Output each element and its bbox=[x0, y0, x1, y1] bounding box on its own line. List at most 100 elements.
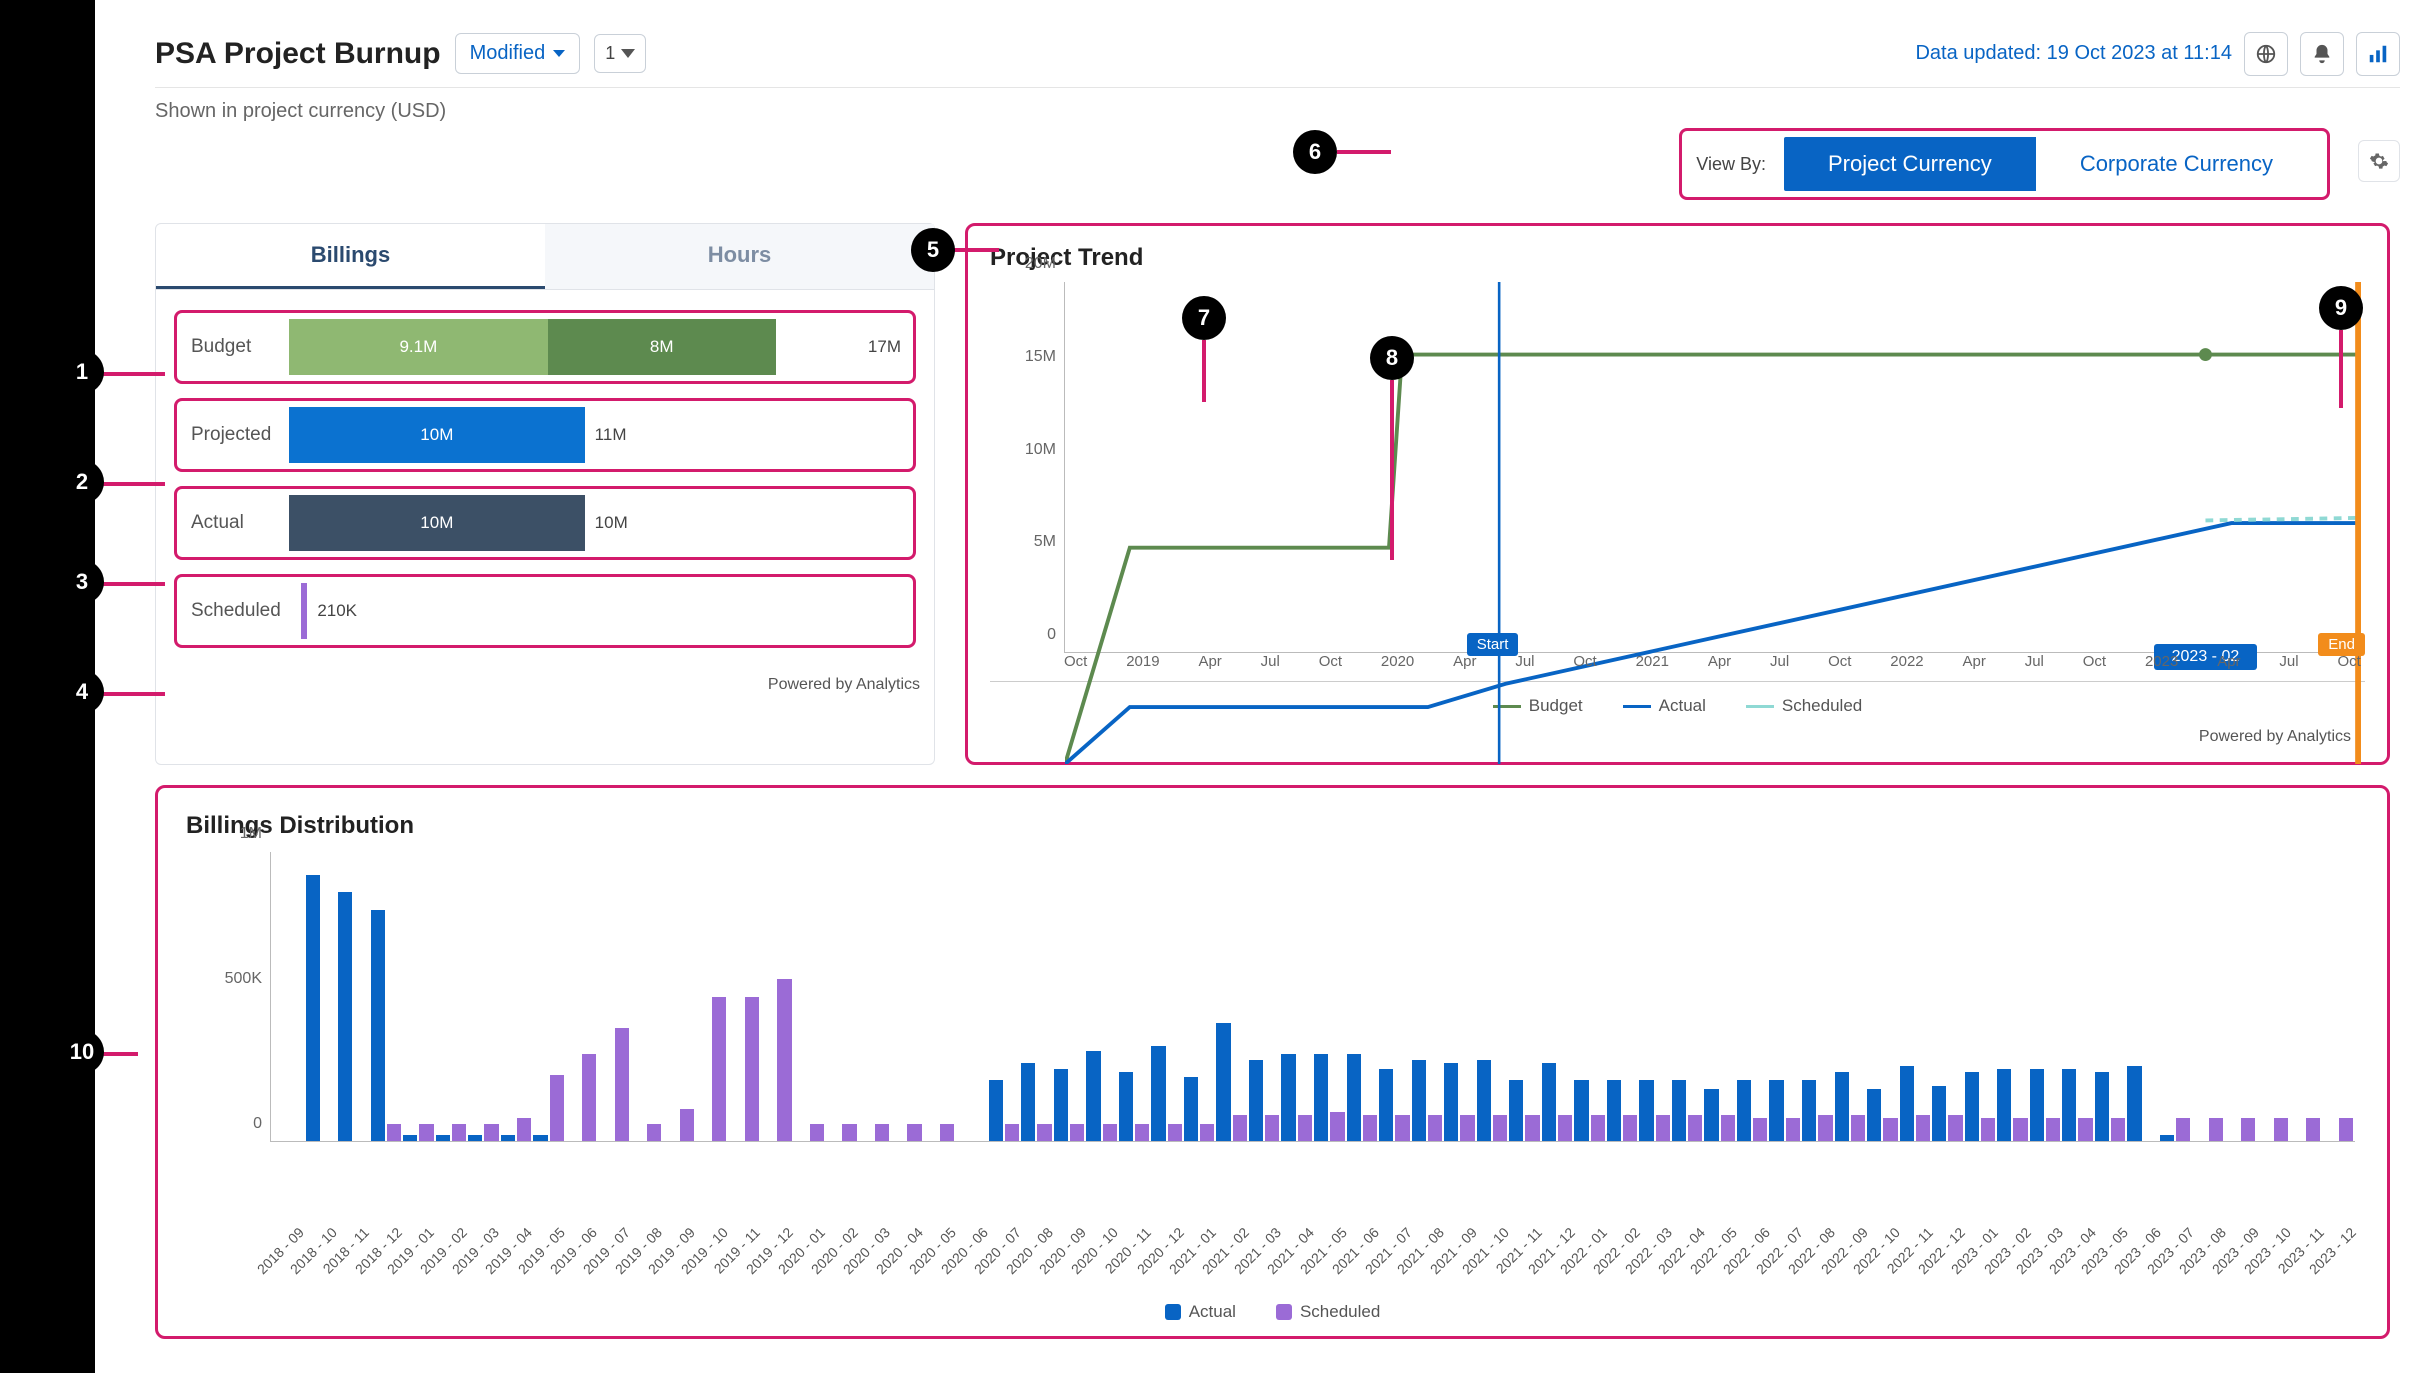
dist-month-group bbox=[1574, 852, 1605, 1141]
trend-x-tick: Jul bbox=[1515, 653, 1534, 681]
dist-actual-bar bbox=[1151, 1046, 1165, 1141]
dist-scheduled-bar bbox=[1363, 1115, 1377, 1141]
dist-month-group bbox=[533, 852, 564, 1141]
dist-month-group bbox=[273, 852, 304, 1141]
dist-month-group bbox=[1281, 852, 1312, 1141]
dist-month-group bbox=[696, 852, 727, 1141]
dist-scheduled-bar bbox=[2176, 1118, 2190, 1141]
trend-x-tick: Jul bbox=[2025, 653, 2044, 681]
notifications-button[interactable] bbox=[2300, 32, 2344, 76]
dist-actual-bar bbox=[533, 1135, 547, 1141]
y-tick-5m: 5M bbox=[1034, 533, 1056, 551]
settings-button[interactable] bbox=[2358, 140, 2400, 182]
dist-legend-scheduled: Scheduled bbox=[1276, 1302, 1380, 1322]
dist-month-group bbox=[826, 852, 857, 1141]
refresh-button[interactable] bbox=[2244, 32, 2288, 76]
powered-by-left: Powered by Analytics bbox=[156, 670, 934, 704]
dist-month-group bbox=[2160, 852, 2191, 1141]
dist-scheduled-bar bbox=[1493, 1115, 1507, 1141]
dist-scheduled-bar bbox=[680, 1109, 694, 1141]
dist-month-group bbox=[371, 852, 402, 1141]
trend-x-axis: Oct2019AprJulOct2020AprJulOct2021AprJulO… bbox=[1064, 653, 2361, 681]
dist-month-group bbox=[761, 852, 792, 1141]
dist-scheduled-bar bbox=[1558, 1115, 1572, 1141]
viewby-corporate-currency[interactable]: Corporate Currency bbox=[2036, 137, 2317, 191]
dist-scheduled-bar bbox=[842, 1124, 856, 1141]
dist-scheduled-bar bbox=[1525, 1115, 1539, 1141]
main-content: PSA Project Burnup Modified 1 Data updat… bbox=[95, 0, 2430, 1373]
analytics-button[interactable] bbox=[2356, 32, 2400, 76]
dist-scheduled-bar bbox=[550, 1075, 564, 1141]
dist-actual-bar bbox=[2095, 1072, 2109, 1141]
dist-scheduled-bar bbox=[1005, 1124, 1019, 1141]
tab-billings[interactable]: Billings bbox=[156, 224, 545, 289]
dist-month-group bbox=[1444, 852, 1475, 1141]
dist-month-group bbox=[1509, 852, 1540, 1141]
dist-month-group bbox=[989, 852, 1020, 1141]
dist-actual-bar bbox=[1639, 1080, 1653, 1141]
dist-month-group bbox=[1314, 852, 1345, 1141]
actual-track: 10M 10M bbox=[289, 495, 905, 551]
dist-actual-bar bbox=[1997, 1069, 2011, 1141]
dist-month-group bbox=[956, 852, 987, 1141]
dist-actual-bar bbox=[1867, 1089, 1881, 1141]
trend-x-tick: Oct bbox=[1828, 653, 1851, 681]
trend-x-tick: Oct bbox=[1319, 653, 1342, 681]
dist-actual-bar bbox=[2062, 1069, 2076, 1141]
billings-distribution-panel: Billings Distribution 0 500K 1M 2018 - 0… bbox=[155, 785, 2390, 1339]
trend-x-tick: Apr bbox=[1198, 653, 1221, 681]
dist-actual-bar bbox=[2030, 1069, 2044, 1141]
trend-svg bbox=[1065, 282, 2361, 764]
dist-actual-bar bbox=[1281, 1054, 1295, 1141]
gear-icon bbox=[2369, 151, 2389, 171]
dist-month-group bbox=[566, 852, 597, 1141]
dist-month-group bbox=[2225, 852, 2256, 1141]
dist-month-group bbox=[468, 852, 499, 1141]
dist-scheduled-bar bbox=[647, 1124, 661, 1141]
tab-hours[interactable]: Hours bbox=[545, 224, 934, 289]
trend-x-tick: Jul bbox=[1261, 653, 1280, 681]
trend-x-tick: Apr bbox=[1708, 653, 1731, 681]
dist-month-group bbox=[1672, 852, 1703, 1141]
annotation-7: 7 bbox=[1182, 296, 1226, 340]
dist-scheduled-bar bbox=[940, 1124, 954, 1141]
actual-seg1: 10M bbox=[289, 495, 585, 551]
dist-scheduled-bar bbox=[777, 979, 791, 1141]
dist-title: Billings Distribution bbox=[186, 812, 2359, 840]
dist-month-group bbox=[631, 852, 662, 1141]
budget-track: 9.1M 8M 17M bbox=[289, 319, 905, 375]
modified-dropdown[interactable]: Modified bbox=[455, 33, 581, 74]
project-trend-panel: Project Trend 7 8 9 0 5M 10M 15M 20M bbox=[965, 223, 2390, 765]
dist-scheduled-bar bbox=[1818, 1115, 1832, 1141]
trend-x-tick: Oct bbox=[2337, 653, 2360, 681]
dist-actual-bar bbox=[1607, 1080, 1621, 1141]
viewby-project-currency[interactable]: Project Currency bbox=[1784, 137, 2036, 191]
dist-actual-bar bbox=[1932, 1086, 1946, 1141]
filter-dropdown[interactable]: 1 bbox=[594, 34, 646, 73]
dist-scheduled-bar bbox=[1656, 1115, 1670, 1141]
dist-month-group bbox=[1184, 852, 1215, 1141]
dist-month-group bbox=[1347, 852, 1378, 1141]
dist-actual-bar bbox=[1509, 1080, 1523, 1141]
dist-actual-bar bbox=[1835, 1072, 1849, 1141]
dist-month-group bbox=[1639, 852, 1670, 1141]
dist-actual-bar bbox=[1900, 1066, 1914, 1141]
dist-month-group bbox=[2030, 852, 2061, 1141]
actual-total: 10M bbox=[595, 513, 628, 533]
projected-label: Projected bbox=[185, 424, 289, 446]
dist-scheduled-bar bbox=[2241, 1118, 2255, 1141]
billings-hours-tabs: Billings Hours bbox=[156, 224, 934, 290]
dropdown-label: Modified bbox=[470, 42, 546, 65]
dist-actual-bar bbox=[1704, 1089, 1718, 1141]
bell-icon bbox=[2311, 43, 2333, 65]
dist-actual-bar bbox=[1249, 1060, 1263, 1141]
dist-scheduled-bar bbox=[1721, 1115, 1735, 1141]
header: PSA Project Burnup Modified 1 Data updat… bbox=[155, 20, 2400, 88]
dist-month-group bbox=[1607, 852, 1638, 1141]
dist-month-group bbox=[403, 852, 434, 1141]
budget-total: 17M bbox=[868, 337, 901, 357]
actual-label: Actual bbox=[185, 512, 289, 534]
dist-actual-bar bbox=[1542, 1063, 1556, 1141]
dist-scheduled-bar bbox=[2339, 1118, 2353, 1141]
projected-track: 10M 11M bbox=[289, 407, 905, 463]
